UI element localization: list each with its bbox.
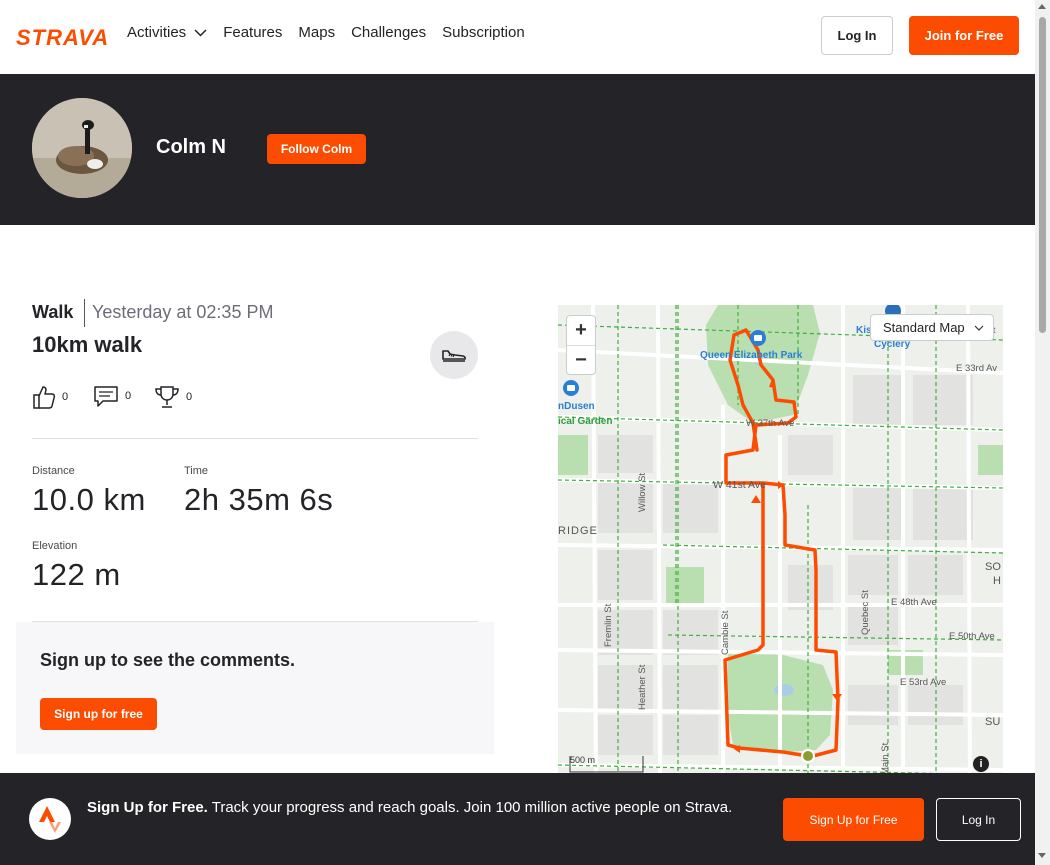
athlete-header: Colm N Follow Colm bbox=[0, 74, 1035, 225]
athlete-name[interactable]: Colm N bbox=[156, 136, 226, 159]
achievements-value: 0 bbox=[186, 391, 193, 403]
banner-body: Track your progress and reach goals. Joi… bbox=[207, 799, 733, 816]
achievements-count[interactable]: 0 bbox=[154, 384, 192, 410]
banner-signup-button[interactable]: Sign Up for Free bbox=[783, 798, 924, 841]
route-start-marker bbox=[801, 749, 815, 763]
map-label-53rd: E 53rd Ave bbox=[900, 677, 946, 688]
zoom-controls: + − bbox=[566, 315, 596, 375]
distance-value: 10.0 km bbox=[32, 482, 146, 517]
login-button[interactable]: Log In bbox=[821, 16, 893, 55]
time-label: Time bbox=[184, 465, 209, 477]
nav-activities-label: Activities bbox=[127, 24, 187, 41]
activity-type: Walk bbox=[32, 302, 74, 322]
shoe-icon bbox=[442, 350, 466, 362]
nav-maps[interactable]: Maps bbox=[298, 24, 335, 41]
banner-headline: Sign Up for Free. bbox=[87, 799, 208, 816]
thumbs-up-icon bbox=[33, 386, 56, 409]
map-label-50th: E 50th Ave bbox=[949, 631, 995, 642]
map-label-fremlin: Fremlin St bbox=[603, 603, 614, 647]
map-label-garden-a: nDusen bbox=[558, 401, 595, 412]
map-label-garden-b: ical Garden bbox=[558, 416, 612, 427]
camera-poi-icon-body bbox=[567, 385, 575, 391]
zoom-out-button[interactable]: − bbox=[567, 345, 595, 374]
join-for-free-button[interactable]: Join for Free bbox=[909, 16, 1019, 55]
page-scrollbar[interactable] bbox=[1035, 0, 1050, 865]
scroll-up-arrow-icon[interactable] bbox=[1038, 4, 1046, 9]
activity-title: 10km walk bbox=[32, 332, 143, 357]
signup-banner: Sign Up for Free. Track your progress an… bbox=[0, 773, 1035, 865]
avatar[interactable] bbox=[32, 98, 132, 198]
map-canvas[interactable]: Queen Elizabeth Park nDusen ical Garden … bbox=[558, 305, 1003, 795]
nav-challenges[interactable]: Challenges bbox=[351, 24, 426, 41]
map-style-select[interactable]: Standard Map bbox=[870, 314, 994, 341]
info-icon[interactable]: i bbox=[973, 756, 989, 772]
comments-signup-prompt: Sign up to see the comments. bbox=[40, 650, 296, 670]
map-label-main: Main St bbox=[880, 742, 891, 775]
elevation-value: 122 m bbox=[32, 557, 121, 592]
map-label-33rd: E 33rd Av bbox=[956, 363, 997, 374]
map-label-quebec: Quebec St bbox=[860, 590, 871, 635]
heading-divider bbox=[84, 299, 85, 327]
chevron-down-icon bbox=[194, 28, 207, 37]
map-label-cambie: Cambie St bbox=[720, 610, 731, 655]
strava-logo[interactable]: STRAVA bbox=[16, 25, 109, 51]
map-label-37th: W 37th Ave bbox=[746, 418, 794, 429]
map-label-heather: Heather St bbox=[637, 664, 648, 710]
comment-icon bbox=[94, 386, 118, 407]
goose-photo-icon bbox=[32, 98, 132, 198]
camera-poi-icon-body bbox=[754, 335, 762, 341]
chevron-down-icon bbox=[974, 325, 984, 331]
comments-count[interactable]: 0 bbox=[93, 384, 131, 408]
nav-activities[interactable]: Activities bbox=[127, 24, 207, 41]
banner-message: Sign Up for Free. Track your progress an… bbox=[87, 797, 757, 819]
map-label-ridge: RIDGE bbox=[558, 525, 598, 537]
time-value: 2h 35m 6s bbox=[184, 482, 334, 517]
zoom-in-button[interactable]: + bbox=[567, 316, 595, 345]
map-label-park: Queen Elizabeth Park bbox=[700, 350, 803, 361]
banner-login-button[interactable]: Log In bbox=[936, 798, 1021, 841]
distance-label: Distance bbox=[32, 465, 75, 477]
map-label-so: SO bbox=[985, 561, 1001, 573]
sport-type-badge bbox=[430, 331, 478, 379]
map-label-41st: W 41st Ave bbox=[713, 479, 766, 491]
comments-value: 0 bbox=[125, 390, 132, 402]
scrollbar-thumb[interactable] bbox=[1039, 17, 1046, 333]
activity-page: STRAVA Activities Features Maps Challeng… bbox=[0, 0, 1050, 865]
nav-subscription[interactable]: Subscription bbox=[442, 24, 525, 41]
nav-features[interactable]: Features bbox=[223, 24, 282, 41]
follow-button[interactable]: Follow Colm bbox=[267, 134, 366, 164]
scroll-down-arrow-icon[interactable] bbox=[1038, 853, 1046, 858]
strava-logo-icon bbox=[29, 798, 71, 840]
trophy-icon bbox=[155, 386, 179, 408]
map-label-willow: Willow St bbox=[637, 473, 648, 512]
activity-date: Yesterday at 02:35 PM bbox=[92, 302, 274, 322]
map-label-48th: E 48th Ave bbox=[891, 597, 937, 608]
map-style-value: Standard Map bbox=[883, 320, 965, 335]
scale-label: 500 m bbox=[570, 755, 596, 765]
top-navigation: STRAVA Activities Features Maps Challeng… bbox=[0, 0, 1035, 74]
kudos-value: 0 bbox=[62, 391, 69, 403]
map-label-h: H bbox=[993, 575, 1001, 587]
signup-for-free-button[interactable]: Sign up for free bbox=[40, 698, 157, 730]
main-nav: Activities Features Maps Challenges Subs… bbox=[127, 24, 541, 41]
activity-map[interactable]: Queen Elizabeth Park nDusen ical Garden … bbox=[558, 305, 1003, 795]
comments-panel: Sign up to see the comments. Sign up for… bbox=[16, 622, 494, 754]
map-label-su: SU bbox=[985, 716, 1000, 728]
kudos-count[interactable]: 0 bbox=[32, 384, 68, 410]
divider bbox=[32, 438, 478, 439]
elevation-label: Elevation bbox=[32, 540, 78, 552]
